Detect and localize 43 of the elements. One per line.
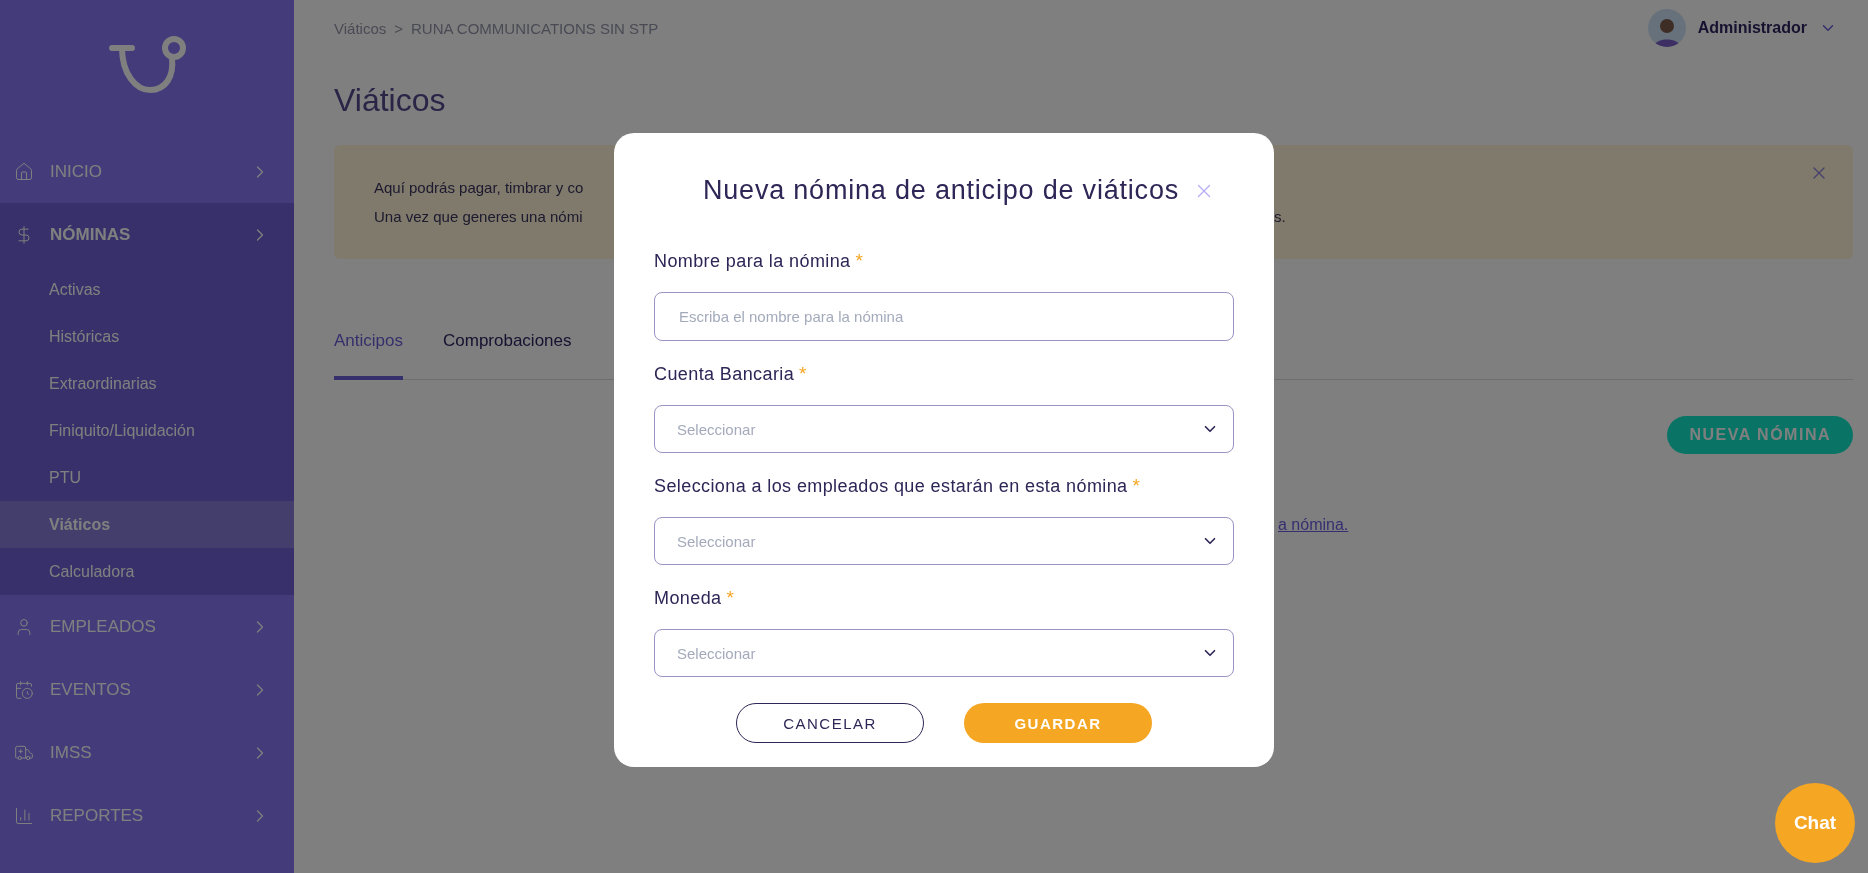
sidebar-subitem[interactable]: Extraordinarias: [0, 360, 294, 407]
new-payroll-button[interactable]: NUEVA NÓMINA: [1667, 416, 1853, 454]
tab[interactable]: Anticipos: [334, 317, 403, 380]
select-field[interactable]: Seleccionar: [654, 629, 1234, 677]
field-label: Selecciona a los empleados que estarán en esta nómina: [654, 476, 1128, 497]
notice-text: Aquí podrás pagar, timbrar y co: [374, 179, 584, 196]
field-label: Nombre para la nómina: [654, 251, 851, 272]
select-field[interactable]: Seleccionar: [654, 517, 1234, 565]
page-title: Viáticos: [334, 82, 447, 119]
select-field[interactable]: Seleccionar: [654, 405, 1234, 453]
required-mark: *: [799, 363, 807, 385]
bar-chart-icon: [14, 805, 34, 826]
field-label: Cuenta Bancaria: [654, 364, 795, 385]
sidebar-subitem[interactable]: Finiquito/Liquidación: [0, 407, 294, 454]
sidebar-subitem[interactable]: Históricas: [0, 313, 294, 360]
sidebar-item[interactable]: REPORTES: [0, 784, 294, 847]
required-mark: *: [1132, 475, 1140, 497]
user-name[interactable]: Administrador: [1697, 19, 1807, 37]
home-icon: [14, 161, 34, 182]
chat-button[interactable]: Chat: [1775, 783, 1855, 863]
create-link[interactable]: a nómina.: [1278, 516, 1349, 533]
cancel-button[interactable]: CANCELAR: [736, 703, 924, 743]
required-mark: *: [726, 587, 734, 609]
notice-text: s.: [1274, 208, 1286, 225]
sidebar-subitem[interactable]: Viáticos: [0, 501, 294, 548]
modal-title: Nueva nómina de anticipo de viáticos: [702, 175, 1180, 206]
calendar-icon: [14, 679, 34, 700]
input-field[interactable]: Escriba el nombre para la nómina: [654, 292, 1234, 341]
sidebar-item[interactable]: IMSS: [0, 721, 294, 784]
save-button[interactable]: GUARDAR: [964, 703, 1152, 743]
sidebar-subitem[interactable]: Calculadora: [0, 548, 294, 595]
sidebar-item[interactable]: INICIO: [0, 140, 294, 203]
required-mark: *: [855, 250, 863, 272]
sidebar-item[interactable]: EVENTOS: [0, 658, 294, 721]
sidebar-subitem[interactable]: PTU: [0, 454, 294, 501]
sidebar-item[interactable]: EMPLEADOS: [0, 595, 294, 658]
notice-text: Una vez que generes una nómi: [374, 208, 583, 225]
tab[interactable]: Comprobaciones: [443, 317, 572, 380]
sidebar-subitem[interactable]: Activas: [0, 266, 294, 313]
breadcrumb-separator: >: [394, 19, 404, 37]
avatar[interactable]: [1647, 9, 1686, 47]
sidebar-item[interactable]: NÓMINAS: [0, 203, 294, 266]
field-label: Moneda: [654, 588, 722, 609]
